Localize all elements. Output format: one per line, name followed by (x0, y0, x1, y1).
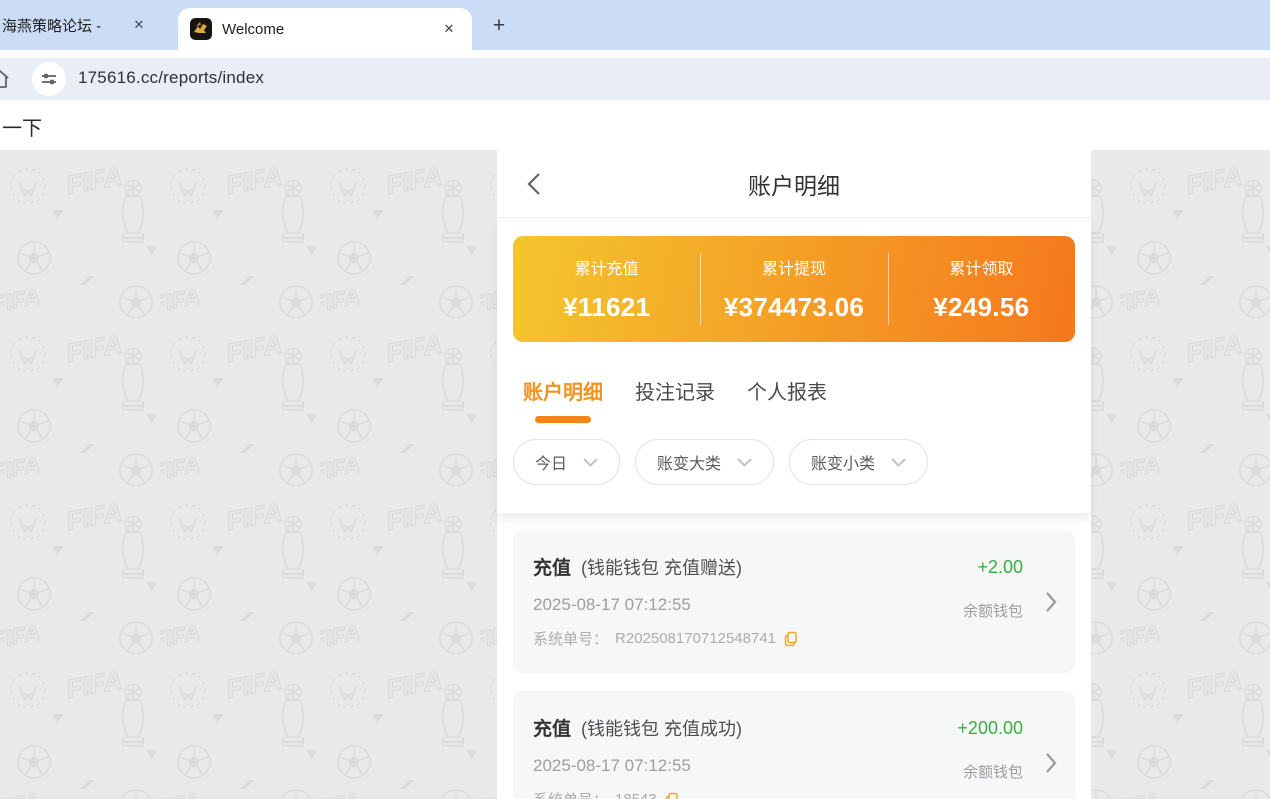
transaction-type: 充值 (533, 553, 571, 580)
transaction-order-row: 系统单号： 18543 (533, 789, 1055, 799)
filters-row: 今日 账变大类 账变小类 (513, 439, 1075, 513)
filter-minor-type-dropdown[interactable]: 账变小类 (789, 439, 928, 485)
close-icon[interactable]: ✕ (438, 18, 460, 40)
site-favicon-pegasus-icon (190, 18, 212, 40)
total-deposit-label: 累计充值 (575, 255, 639, 279)
chevron-left-icon (527, 172, 541, 196)
section-tabs: 账户明细 投注记录 个人报表 (521, 372, 1067, 423)
chevron-down-icon (583, 458, 598, 467)
order-label: 系统单号： (533, 789, 608, 799)
transaction-list: 充值 (钱能钱包 充值赠送) 2025-08-17 07:12:55 系统单号：… (497, 513, 1091, 799)
back-button[interactable] (527, 170, 555, 198)
chevron-down-icon (891, 458, 906, 467)
transaction-amount-block: +200.00 余额钱包 (957, 718, 1023, 782)
filter-date-dropdown[interactable]: 今日 (513, 439, 620, 485)
home-icon[interactable] (0, 68, 11, 90)
filter-major-type-label: 账变大类 (657, 450, 721, 474)
total-deposit: 累计充值 ¥11621 (513, 236, 700, 342)
order-label: 系统单号： (533, 628, 608, 649)
transaction-amount-block: +2.00 余额钱包 (963, 557, 1023, 621)
total-claimed-label: 累计领取 (949, 255, 1013, 279)
close-icon[interactable]: ✕ (128, 14, 150, 36)
tabstrip-divider (0, 50, 1270, 58)
browser-tab-strip: 海燕策略论坛 - ✕ Welcome ✕ + (0, 0, 1270, 50)
browser-toolbar: 175616.cc/reports/index (0, 58, 1270, 100)
transaction-type: 充值 (533, 714, 571, 741)
truncated-page-text: 一下 (0, 100, 1270, 141)
browser-tab-forum[interactable]: 海燕策略论坛 - ✕ (0, 0, 178, 50)
filter-date-label: 今日 (535, 450, 567, 474)
page-body: FIFA FIFA 账户明细 (0, 150, 1270, 799)
tune-icon (40, 70, 58, 88)
tab-title: 海燕策略论坛 - (0, 15, 128, 36)
transaction-order-row: 系统单号： R202508170712548741 (533, 628, 1055, 649)
tab-personal-report[interactable]: 个人报表 (745, 372, 829, 423)
page-top-strip: 一下 (0, 100, 1270, 150)
copy-icon[interactable] (783, 631, 799, 647)
total-withdraw: 累计提现 ¥374473.06 (700, 236, 887, 342)
order-number: 18543 (615, 791, 657, 799)
total-deposit-value: ¥11621 (563, 292, 650, 323)
total-withdraw-label: 累计提现 (762, 255, 826, 279)
site-settings-button[interactable] (32, 62, 66, 96)
app-header: 账户明细 (497, 150, 1091, 218)
transaction-detail: (钱能钱包 充值赠送) (581, 554, 742, 580)
transaction-wallet: 余额钱包 (963, 600, 1023, 621)
filter-minor-type-label: 账变小类 (811, 450, 875, 474)
page-title: 账户明细 (748, 167, 840, 201)
order-number: R202508170712548741 (615, 630, 776, 647)
browser-tab-welcome[interactable]: Welcome ✕ (178, 8, 472, 50)
new-tab-button[interactable]: + (486, 13, 512, 39)
tab-bet-records[interactable]: 投注记录 (633, 372, 717, 423)
total-claimed-value: ¥249.56 (933, 292, 1029, 323)
chevron-down-icon (737, 458, 752, 467)
transaction-amount: +200.00 (957, 718, 1023, 739)
account-detail-panel: 账户明细 累计充值 ¥11621 累计提现 ¥374473.06 累计领取 ¥2… (497, 150, 1091, 799)
tab-account-detail[interactable]: 账户明细 (521, 372, 605, 423)
transaction-row[interactable]: 充值 (钱能钱包 充值赠送) 2025-08-17 07:12:55 系统单号：… (513, 530, 1075, 673)
total-withdraw-value: ¥374473.06 (724, 292, 864, 323)
chevron-right-icon (1045, 591, 1057, 613)
tab-title: Welcome (222, 21, 438, 38)
transaction-wallet: 余额钱包 (963, 761, 1023, 782)
url-bar[interactable]: 175616.cc/reports/index (78, 68, 264, 88)
transaction-row[interactable]: 充值 (钱能钱包 充值成功) 2025-08-17 07:12:55 系统单号：… (513, 691, 1075, 799)
total-claimed: 累计领取 ¥249.56 (888, 236, 1075, 342)
chevron-right-icon (1045, 752, 1057, 774)
totals-summary-card: 累计充值 ¥11621 累计提现 ¥374473.06 累计领取 ¥249.56 (513, 236, 1075, 342)
filter-major-type-dropdown[interactable]: 账变大类 (635, 439, 774, 485)
transaction-detail: (钱能钱包 充值成功) (581, 715, 742, 741)
transaction-amount: +2.00 (977, 557, 1023, 578)
summary-and-filters-section: 累计充值 ¥11621 累计提现 ¥374473.06 累计领取 ¥249.56… (497, 218, 1091, 513)
copy-icon[interactable] (664, 792, 680, 799)
